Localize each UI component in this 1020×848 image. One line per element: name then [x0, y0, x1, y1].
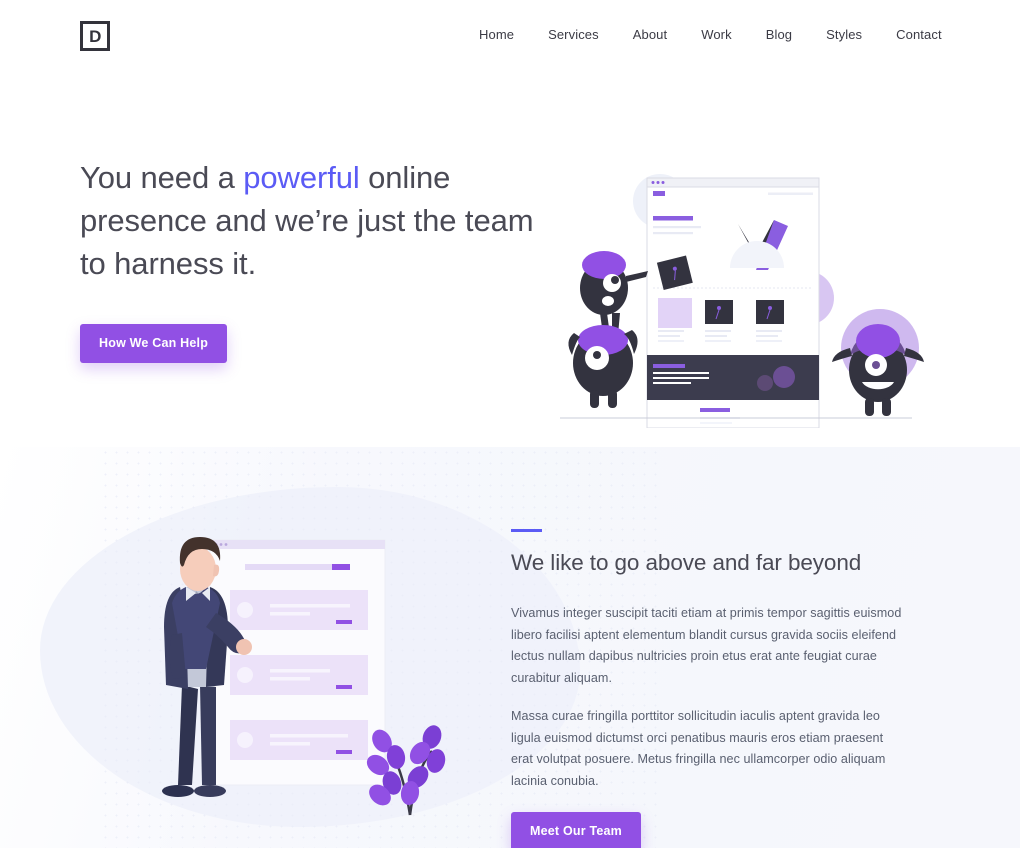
hero-title-accent: powerful: [243, 160, 360, 195]
site-header: D Home Services About Work Blog Styles C…: [0, 0, 1020, 72]
hero-title-part1: You need a: [80, 160, 244, 195]
nav-item-about[interactable]: About: [616, 27, 684, 42]
hero-illustration: [560, 158, 960, 429]
nav-item-home[interactable]: Home: [462, 27, 531, 42]
main-navigation: Home Services About Work Blog Styles Con…: [462, 27, 959, 42]
nav-item-services[interactable]: Services: [531, 27, 616, 42]
nav-item-styles[interactable]: Styles: [809, 27, 879, 42]
meet-our-team-button[interactable]: Meet Our Team: [511, 812, 641, 848]
hero-copy: You need a powerful online presence and …: [80, 156, 550, 363]
about-paragraph-2: Massa curae fringilla porttitor sollicit…: [511, 709, 886, 788]
nav-item-contact[interactable]: Contact: [879, 27, 959, 42]
how-we-can-help-button[interactable]: How We Can Help: [80, 324, 228, 363]
about-paragraph-1: Vivamus integer suscipit taciti etiam at…: [511, 606, 902, 685]
browser-mockup: [646, 177, 820, 429]
logo-letter: D: [89, 26, 101, 46]
monster-lower-left: [568, 325, 638, 408]
nav-item-blog[interactable]: Blog: [749, 27, 809, 42]
section-title: We like to go above and far beyond: [511, 550, 862, 575]
decorative-plant: [366, 725, 446, 816]
hero-title: You need a powerful online presence and …: [80, 156, 550, 285]
monster-upper-left: [580, 251, 648, 335]
section-divider: [511, 529, 542, 532]
board-mockup: [209, 539, 386, 786]
nav-item-work[interactable]: Work: [684, 27, 749, 42]
hero-cta-wrap: How We Can Help: [80, 324, 550, 363]
about-copy: We like to go above and far beyond Vivam…: [511, 529, 906, 848]
about-cta-wrap: Meet Our Team: [511, 812, 906, 848]
site-logo[interactable]: D: [80, 21, 110, 51]
hero-section: You need a powerful online presence and …: [0, 72, 1020, 447]
about-illustration: [120, 525, 460, 825]
